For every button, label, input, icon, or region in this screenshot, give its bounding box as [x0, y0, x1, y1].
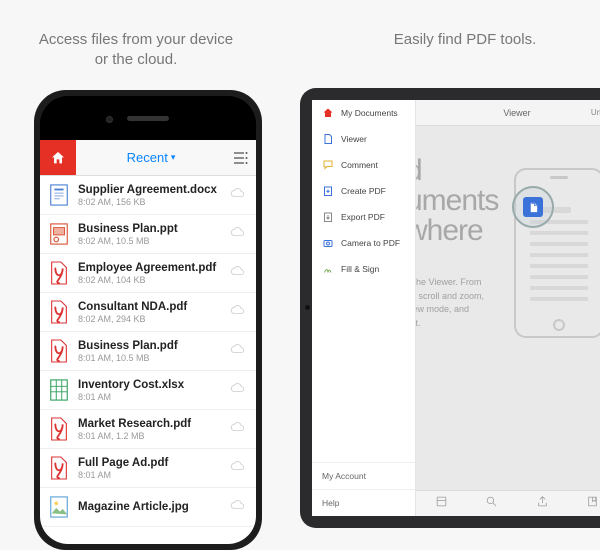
camera-icon — [322, 237, 334, 249]
file-meta: 8:01 AM — [78, 392, 222, 402]
home-button[interactable] — [40, 140, 76, 175]
export-icon — [322, 211, 334, 223]
file-meta: 8:02 AM, 156 KB — [78, 197, 222, 207]
undo-button[interactable]: Undo — [591, 108, 600, 117]
doc-icon — [322, 133, 334, 145]
sidebar-footer-item[interactable]: My Account — [312, 462, 415, 489]
file-row[interactable]: Consultant NDA.pdf8:02 AM, 294 KB — [40, 293, 256, 332]
home-icon — [322, 107, 334, 119]
cloud-icon — [230, 303, 246, 321]
file-meta: 8:01 AM — [78, 470, 222, 480]
hero-text: d uments where — [416, 156, 498, 246]
file-type-icon — [48, 455, 70, 481]
file-row[interactable]: Magazine Article.jpg — [40, 488, 256, 527]
sidebar-item[interactable]: Camera to PDF — [312, 230, 415, 256]
tablet-device: My Documents Viewer Comment Create PDF Expor… — [300, 88, 600, 528]
phone-header: Recent ▾ — [40, 140, 256, 176]
file-type-icon — [48, 182, 70, 208]
recent-label: Recent — [127, 150, 168, 165]
file-name: Inventory Cost.xlsx — [78, 379, 222, 391]
file-row[interactable]: Supplier Agreement.docx8:02 AM, 156 KB — [40, 176, 256, 215]
file-type-icon — [48, 338, 70, 364]
sidebar-item[interactable]: Export PDF — [312, 204, 415, 230]
content-toolbar — [416, 490, 600, 516]
sidebar-label: Create PDF — [341, 186, 386, 196]
file-name: Full Page Ad.pdf — [78, 457, 222, 469]
cloud-icon — [230, 381, 246, 399]
create-icon — [322, 185, 334, 197]
sidebar-item[interactable]: Create PDF — [312, 178, 415, 204]
file-row[interactable]: Full Page Ad.pdf8:01 AM — [40, 449, 256, 488]
comment-icon — [322, 159, 334, 171]
file-meta: 8:02 AM, 294 KB — [78, 314, 222, 324]
file-name: Supplier Agreement.docx — [78, 184, 222, 196]
file-meta: 8:02 AM, 104 KB — [78, 275, 222, 285]
cloud-icon — [230, 342, 246, 360]
caption-left: Access files from your device or the clo… — [36, 30, 236, 69]
sidebar-item[interactable]: Comment — [312, 152, 415, 178]
cloud-icon — [230, 420, 246, 438]
file-name: Business Plan.ppt — [78, 223, 222, 235]
file-type-icon — [48, 299, 70, 325]
file-name: Employee Agreement.pdf — [78, 262, 222, 274]
hero-description: n the Viewer. From en scroll and zoom, v… — [416, 276, 484, 330]
content-header: Viewer Undo — [416, 100, 600, 126]
file-meta: 8:02 AM, 10.5 MB — [78, 236, 222, 246]
file-type-icon — [48, 377, 70, 403]
file-type-icon — [48, 416, 70, 442]
file-type-icon — [48, 494, 70, 520]
recent-dropdown[interactable]: Recent ▾ — [76, 140, 226, 175]
sidebar-item[interactable]: Fill & Sign — [312, 256, 415, 282]
sidebar-footer-item[interactable]: Help — [312, 489, 415, 516]
sidebar-label: Export PDF — [341, 212, 385, 222]
sidebar-label: Camera to PDF — [341, 238, 400, 248]
sidebar-label: Fill & Sign — [341, 264, 379, 274]
content-title: Viewer — [503, 108, 530, 118]
sign-icon — [322, 263, 334, 275]
file-meta: 8:01 AM, 1.2 MB — [78, 431, 222, 441]
sidebar-label: Viewer — [341, 134, 367, 144]
file-name: Business Plan.pdf — [78, 340, 222, 352]
document-badge-icon — [523, 197, 543, 217]
home-icon — [50, 150, 66, 166]
cloud-icon — [230, 459, 246, 477]
file-type-icon — [48, 260, 70, 286]
file-meta: 8:01 AM, 10.5 MB — [78, 353, 222, 363]
sidebar-label: My Documents — [341, 108, 398, 118]
chevron-down-icon: ▾ — [171, 152, 176, 163]
cloud-icon — [230, 264, 246, 282]
cloud-icon — [230, 498, 246, 516]
file-name: Market Research.pdf — [78, 418, 222, 430]
list-view-button[interactable] — [226, 140, 256, 175]
file-row[interactable]: Business Plan.pdf8:01 AM, 10.5 MB — [40, 332, 256, 371]
touch-indicator — [512, 186, 554, 228]
file-row[interactable]: Employee Agreement.pdf8:02 AM, 104 KB — [40, 254, 256, 293]
file-row[interactable]: Inventory Cost.xlsx8:01 AM — [40, 371, 256, 410]
phone-device: Recent ▾ Supplier Agreement.docx8:02 AM,… — [34, 90, 262, 550]
phone-camera — [106, 116, 113, 123]
tablet-camera — [305, 305, 310, 310]
sidebar-item[interactable]: My Documents — [312, 100, 415, 126]
sidebar-item[interactable]: Viewer — [312, 126, 415, 152]
content-area: Viewer Undo d uments where n the Viewer.… — [416, 100, 600, 516]
cloud-icon — [230, 186, 246, 204]
cloud-icon — [230, 225, 246, 243]
phone-speaker — [127, 116, 169, 121]
caption-right: Easily find PDF tools. — [380, 30, 550, 50]
sidebar-label: Comment — [341, 160, 378, 170]
file-name: Magazine Article.jpg — [78, 501, 222, 513]
file-list: Supplier Agreement.docx8:02 AM, 156 KBBu… — [40, 176, 256, 544]
file-row[interactable]: Business Plan.ppt8:02 AM, 10.5 MB — [40, 215, 256, 254]
file-name: Consultant NDA.pdf — [78, 301, 222, 313]
sidebar: My Documents Viewer Comment Create PDF Expor… — [312, 100, 416, 516]
list-icon — [234, 152, 248, 164]
file-row[interactable]: Market Research.pdf8:01 AM, 1.2 MB — [40, 410, 256, 449]
file-type-icon — [48, 221, 70, 247]
